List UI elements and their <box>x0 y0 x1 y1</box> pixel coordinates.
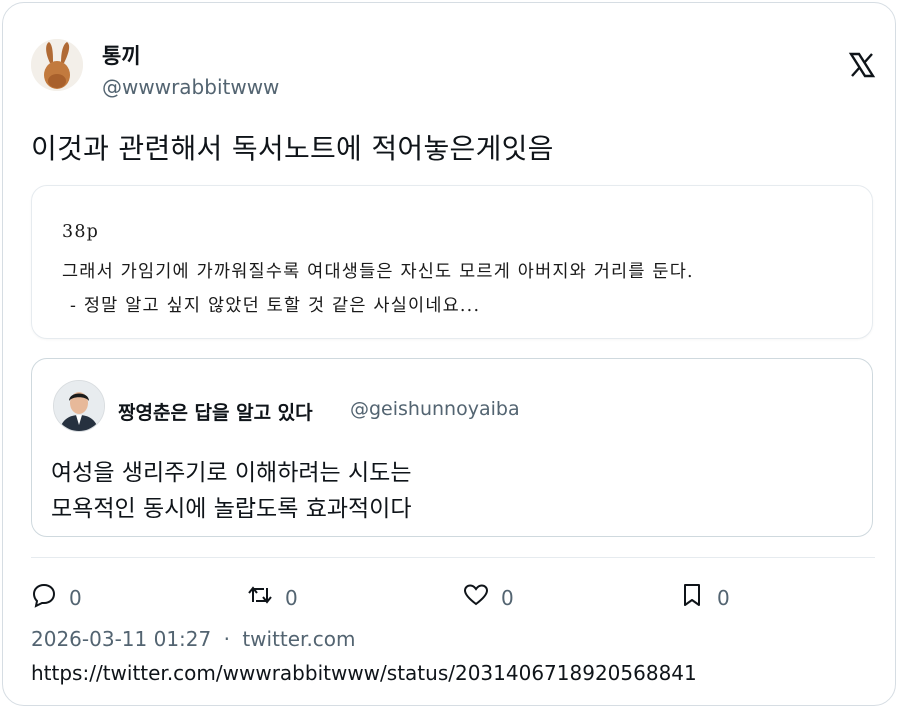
meta-separator: · <box>223 627 230 651</box>
divider <box>31 557 875 558</box>
tweet-card: 통끼 @wwwrabbitwww 이것과 관련해서 독서노트에 적어놓은게잇음 … <box>2 2 896 706</box>
quoted-tweet[interactable]: 짱영춘은 답을 알고 있다 @geishunnoyaiba 여성을 생리주기로 … <box>31 358 873 537</box>
reply-count: 0 <box>69 586 82 610</box>
person-avatar-icon <box>54 381 104 431</box>
note-line-2: - 정말 알고 싶지 않았던 토할 것 같은 사실이네요... <box>70 296 481 316</box>
tweet-meta: 2026-03-11 01:27 · twitter.com <box>31 627 356 651</box>
quoted-text-line-2: 모욕적인 동시에 놀랍도록 효과적이다 <box>51 496 412 522</box>
author-display-name[interactable]: 통끼 <box>102 40 141 70</box>
source-link[interactable]: twitter.com <box>242 627 355 651</box>
attached-image[interactable]: 38p 그래서 가임기에 가까워질수록 여대생들은 자신도 모르게 아버지와 거… <box>31 185 873 339</box>
bookmark-button[interactable]: 0 <box>679 579 730 611</box>
like-count: 0 <box>501 586 514 610</box>
x-logo-icon[interactable] <box>848 51 876 79</box>
tweet-text: 이것과 관련해서 독서노트에 적어놓은게잇음 <box>31 132 554 165</box>
quoted-text-line-1: 여성을 생리주기로 이해하려는 시도는 <box>51 460 412 486</box>
author-handle[interactable]: @wwwrabbitwww <box>102 75 279 99</box>
retweet-count: 0 <box>285 586 298 610</box>
quoted-author-avatar[interactable] <box>53 380 105 432</box>
bookmark-count: 0 <box>717 586 730 610</box>
author-avatar[interactable] <box>31 39 83 91</box>
bookmark-icon <box>684 584 700 606</box>
like-icon <box>463 584 489 606</box>
note-page: 38p <box>62 222 100 242</box>
timestamp[interactable]: 2026-03-11 01:27 <box>31 627 211 651</box>
rabbit-avatar-icon <box>31 39 83 91</box>
quoted-display-name[interactable]: 짱영춘은 답을 알고 있다 <box>118 398 313 425</box>
note-line-1: 그래서 가임기에 가까워질수록 여대생들은 자신도 모르게 아버지와 거리를 둔… <box>62 262 694 282</box>
retweet-button[interactable]: 0 <box>247 579 298 611</box>
reply-button[interactable]: 0 <box>31 579 82 611</box>
reply-icon <box>32 583 56 608</box>
like-button[interactable]: 0 <box>463 579 514 611</box>
retweet-icon <box>248 586 272 604</box>
tweet-url[interactable]: https://twitter.com/wwwrabbitwww/status/… <box>31 661 697 685</box>
quoted-handle[interactable]: @geishunnoyaiba <box>350 398 520 420</box>
